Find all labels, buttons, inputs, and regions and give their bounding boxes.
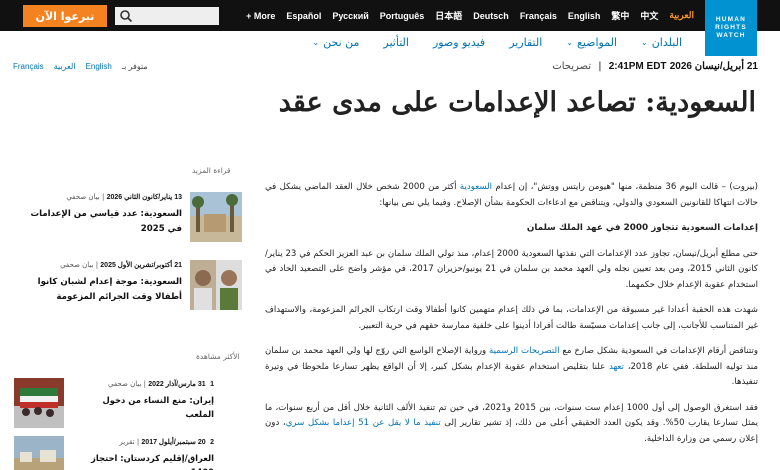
logo-line-2: RIGHTS (715, 24, 747, 31)
lang-french[interactable]: Français (520, 11, 557, 21)
language-menu: العربية 中文 繁中 English Français Deutsch 日… (246, 0, 694, 31)
page-title: السعودية: تصاعد الإعدامات على مدى عقد (278, 87, 756, 118)
logo-line-1: HUMAN (715, 16, 747, 23)
read-more-item[interactable]: 21 أكتوبر/تشرين الأول 2025 | بيان صحفي ا… (7, 260, 242, 314)
hrw-logo[interactable]: HUMAN RIGHTS WATCH (705, 0, 757, 56)
lang-chinese-traditional[interactable]: 繁中 (611, 9, 629, 22)
nav-label: المواضيع (576, 35, 618, 49)
time-text: 2:41PM EDT (608, 61, 667, 72)
nav-label: البلدان (651, 35, 682, 49)
link-secret-executions[interactable]: تنفيذ ما لا يقل عن 51 إعداما بشكل سري (286, 418, 441, 428)
nav-reports[interactable]: التقارير (509, 36, 542, 49)
item-type: بيان صحفي (60, 261, 94, 269)
most-viewed-heading: الأكثر مشاهدة (196, 352, 240, 361)
item-date: 13 يناير/كانون الثاني 2026 (106, 194, 182, 201)
item-type: تقرير (119, 438, 135, 446)
lang-portuguese[interactable]: Português (380, 11, 425, 21)
most-viewed-item[interactable]: 2 20 سبتمبر/أيلول 2017 | تقرير العراق/إق… (14, 436, 214, 470)
content-type: تصريحات (552, 61, 591, 72)
lang-chinese-simplified[interactable]: 中文 (640, 9, 658, 22)
item-title[interactable]: السعودية: عدد قياسي من الإعدامات في 2025 (22, 207, 182, 237)
item-rank: 2 (210, 439, 214, 446)
article-thumbnail (14, 378, 64, 428)
article-subheading: إعدامات السعودية تتجاوز 2000 في عهد المل… (526, 223, 758, 233)
nav-countries[interactable]: ⌄ البلدان (641, 36, 682, 49)
link-official-statements[interactable]: التصريحات الرسمية (489, 346, 559, 356)
link-pledged[interactable]: تعهد (609, 362, 624, 372)
chevron-down-icon: ⌄ (641, 37, 648, 47)
avail-english[interactable]: English (86, 62, 112, 71)
item-type: بيان صحفي (108, 380, 142, 388)
chevron-down-icon: ⌄ (566, 37, 573, 47)
publish-date: 21 أبريل/نيسان 2026 2:41PM EDT | تصريحات (552, 61, 758, 72)
lang-german[interactable]: Deutsch (473, 11, 509, 21)
nav-impact[interactable]: التأثير (383, 36, 409, 49)
item-title[interactable]: إيران: منع النساء من دخول الملعب (74, 393, 214, 421)
item-date: 21 أكتوبر/تشرين الأول 2025 (100, 262, 182, 269)
search-input[interactable] (115, 7, 219, 25)
link-saudi-arabia[interactable]: السعودية (460, 182, 492, 192)
available-languages: Français العربية English متوفر بـ (13, 62, 148, 71)
top-bar: تبرعوا الآن العربية 中文 繁中 English França… (0, 0, 780, 31)
nav-label: فيديو وصور (432, 35, 486, 49)
article-paragraph: وتتناقض أرقام الإعدامات في السعودية بشكل… (265, 344, 758, 391)
lang-japanese[interactable]: 日本語 (435, 9, 462, 22)
article-paragraph: (بيروت) – قالت اليوم 36 منظمة، منها "هيو… (265, 180, 758, 211)
divider: | (598, 61, 602, 72)
lang-arabic[interactable]: العربية (669, 10, 694, 21)
item-title[interactable]: السعودية: موجة إعدام لشبان كانوا أطفالا … (22, 275, 182, 305)
article-meta: 21 أبريل/نيسان 2026 2:41PM EDT | تصريحات… (0, 57, 780, 77)
chevron-down-icon: ⌄ (312, 37, 320, 47)
lang-english[interactable]: English (568, 11, 601, 21)
nav-label: التقارير (509, 35, 543, 49)
item-rank: 1 (210, 381, 214, 388)
item-title[interactable]: العراق/إقليم كردستان: احتجاز 1400 (74, 451, 214, 470)
item-meta: 2 20 سبتمبر/أيلول 2017 | تقرير (119, 438, 214, 446)
article-thumbnail (190, 192, 242, 242)
item-meta: 13 يناير/كانون الثاني 2026 | بيان صحفي (66, 193, 182, 201)
item-date: 20 سبتمبر/أيلول 2017 (141, 439, 206, 446)
available-label: متوفر بـ (121, 62, 148, 71)
item-type: بيان صحفي (66, 193, 100, 201)
text-run: (بيروت) – قالت اليوم 36 منظمة، منها "هيو… (492, 182, 759, 192)
search-icon[interactable] (119, 9, 133, 23)
nav-label: من نحن (323, 35, 360, 49)
lang-spanish[interactable]: Español (286, 11, 321, 21)
article-paragraph: فقد استغرق الوصول إلى أول 1000 إعدام ست … (265, 401, 758, 448)
donate-button[interactable]: تبرعوا الآن (23, 5, 107, 27)
article-body: (بيروت) – قالت اليوم 36 منظمة، منها "هيو… (265, 180, 758, 457)
lang-russian[interactable]: Русский (332, 11, 368, 21)
read-more-item[interactable]: 13 يناير/كانون الثاني 2026 | بيان صحفي ا… (7, 192, 242, 246)
text-run: وتتناقض أرقام الإعدامات في السعودية بشكل… (559, 346, 758, 356)
nav-label: التأثير (383, 35, 409, 49)
nav-topics[interactable]: ⌄ المواضيع (566, 36, 617, 49)
date-text: 21 أبريل/نيسان 2026 (669, 61, 758, 72)
item-meta: 21 أكتوبر/تشرين الأول 2025 | بيان صحفي (60, 261, 182, 269)
read-more-heading: قراءة المزيد (192, 166, 231, 175)
article-paragraph: شهدت هذه الحقبة أعدادا غير مسبوقة من الإ… (265, 305, 758, 331)
nav-video-photos[interactable]: فيديو وصور (433, 36, 485, 49)
more-languages-link[interactable]: + More (246, 11, 275, 21)
avail-arabic[interactable]: العربية (54, 62, 76, 71)
nav-about[interactable]: ⌄ من نحن (312, 36, 359, 49)
logo-line-3: WATCH (716, 32, 746, 39)
article-thumbnail (14, 436, 64, 470)
article-paragraph: حتى مطلع أبريل/نيسان، تجاوز عدد الإعداما… (265, 248, 758, 290)
item-meta: 1 31 مارس/آذار 2022 | بيان صحفي (108, 380, 214, 388)
avail-french[interactable]: Français (13, 62, 44, 71)
item-date: 31 مارس/آذار 2022 (148, 381, 206, 388)
most-viewed-item[interactable]: 1 31 مارس/آذار 2022 | بيان صحفي إيران: م… (14, 378, 214, 434)
main-nav: ⌄ البلدان ⌄ المواضيع التقارير فيديو وصور ا… (312, 31, 682, 53)
article-thumbnail (190, 260, 242, 310)
